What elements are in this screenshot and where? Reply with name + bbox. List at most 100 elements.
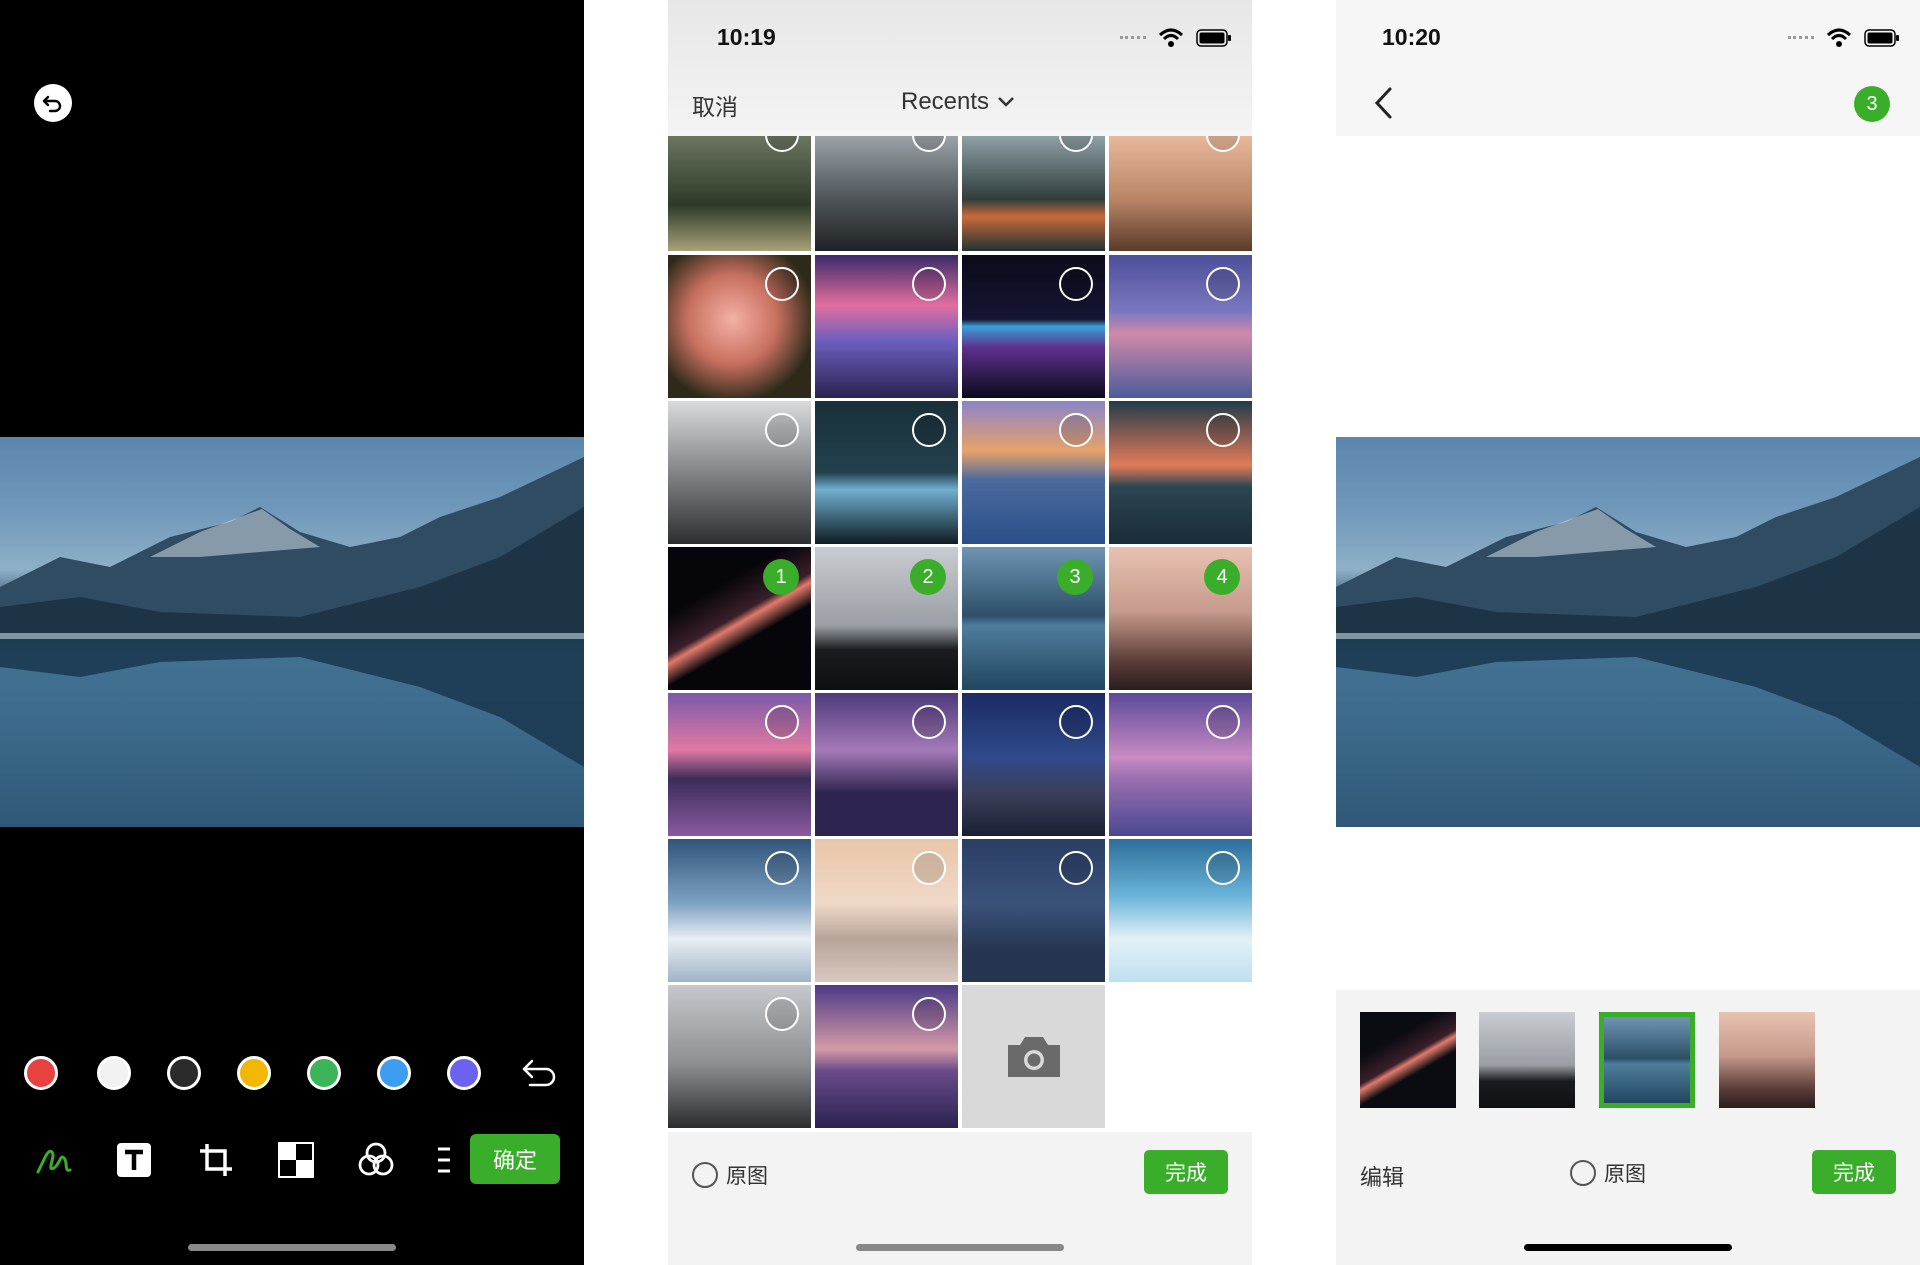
confirm-button[interactable]: 确定 bbox=[470, 1134, 560, 1184]
edit-button[interactable]: 编辑 bbox=[1360, 1160, 1404, 1192]
photo-cell[interactable] bbox=[815, 255, 958, 398]
thumbnail-1[interactable] bbox=[1360, 1012, 1456, 1108]
camera-button[interactable] bbox=[962, 985, 1105, 1128]
selection-circle[interactable] bbox=[765, 267, 799, 301]
photo-cell[interactable] bbox=[1109, 136, 1252, 251]
preview-image[interactable] bbox=[1336, 437, 1920, 827]
selection-circle[interactable] bbox=[765, 705, 799, 739]
camera-icon bbox=[1007, 1036, 1060, 1077]
original-toggle[interactable]: 原图 bbox=[1570, 1158, 1646, 1188]
mosaic-tool-button[interactable] bbox=[274, 1138, 318, 1182]
original-radio[interactable] bbox=[1570, 1160, 1596, 1186]
selection-circle[interactable] bbox=[765, 413, 799, 447]
selection-number-badge[interactable]: 4 bbox=[1204, 559, 1240, 595]
wifi-icon bbox=[1158, 28, 1184, 47]
original-label: 原图 bbox=[1604, 1163, 1646, 1186]
selection-number-badge[interactable]: 1 bbox=[763, 559, 799, 595]
album-selector[interactable]: Recents bbox=[901, 88, 1015, 116]
photo-cell[interactable] bbox=[668, 136, 811, 251]
selection-circle[interactable] bbox=[1059, 705, 1093, 739]
photo-cell[interactable] bbox=[1109, 401, 1252, 544]
selected-count-badge[interactable]: 3 bbox=[1854, 86, 1890, 122]
original-radio[interactable] bbox=[692, 1162, 718, 1188]
selection-circle[interactable] bbox=[1059, 267, 1093, 301]
done-button[interactable]: 完成 bbox=[1144, 1150, 1228, 1194]
original-toggle[interactable]: 原图 bbox=[692, 1160, 768, 1190]
signal-icon bbox=[1120, 36, 1146, 40]
original-label: 原图 bbox=[726, 1165, 768, 1188]
color-purple[interactable] bbox=[447, 1056, 481, 1090]
photo-cell[interactable]: 2 bbox=[815, 547, 958, 690]
selection-circle[interactable] bbox=[1059, 413, 1093, 447]
crop-tool-button[interactable] bbox=[194, 1138, 238, 1182]
selection-circle[interactable] bbox=[1206, 851, 1240, 885]
selection-circle[interactable] bbox=[1206, 136, 1240, 152]
photo-cell[interactable] bbox=[1109, 839, 1252, 982]
photo-cell[interactable] bbox=[962, 136, 1105, 251]
back-button[interactable] bbox=[1372, 86, 1396, 120]
photo-cell[interactable] bbox=[668, 401, 811, 544]
selection-circle[interactable] bbox=[1059, 136, 1093, 152]
selection-circle[interactable] bbox=[1206, 705, 1240, 739]
photo-cell[interactable] bbox=[962, 255, 1105, 398]
photo-cell[interactable] bbox=[962, 839, 1105, 982]
revert-button[interactable] bbox=[34, 84, 72, 122]
selection-circle[interactable] bbox=[1059, 851, 1093, 885]
selection-circle[interactable] bbox=[912, 136, 946, 152]
chevron-left-icon bbox=[1374, 87, 1392, 119]
selection-circle[interactable] bbox=[912, 267, 946, 301]
chevron-down-icon bbox=[998, 97, 1014, 107]
preview-panel: 10:20 3 编辑 原图 完成 bbox=[1336, 0, 1920, 1265]
color-white[interactable] bbox=[97, 1056, 131, 1090]
selection-circle[interactable] bbox=[912, 705, 946, 739]
selection-circle[interactable] bbox=[765, 997, 799, 1031]
status-indicators bbox=[1120, 28, 1232, 48]
more-tool-button[interactable] bbox=[432, 1138, 456, 1182]
photo-cell[interactable] bbox=[815, 693, 958, 836]
selection-circle[interactable] bbox=[765, 136, 799, 152]
thumbnail-3-selected[interactable] bbox=[1599, 1012, 1695, 1108]
color-yellow[interactable] bbox=[237, 1056, 271, 1090]
cancel-button[interactable]: 取消 bbox=[692, 88, 738, 122]
thumbnail-4[interactable] bbox=[1719, 1012, 1815, 1108]
photo-cell[interactable] bbox=[962, 401, 1105, 544]
selection-circle[interactable] bbox=[1206, 413, 1240, 447]
photo-cell[interactable] bbox=[668, 693, 811, 836]
draw-tool-button[interactable] bbox=[32, 1138, 76, 1182]
color-red[interactable] bbox=[24, 1056, 58, 1090]
photo-cell[interactable] bbox=[815, 136, 958, 251]
photo-cell[interactable]: 1 bbox=[668, 547, 811, 690]
undo-stroke-button[interactable] bbox=[520, 1055, 560, 1091]
photo-cell[interactable] bbox=[815, 401, 958, 544]
selection-circle[interactable] bbox=[765, 851, 799, 885]
thumbnail-2[interactable] bbox=[1479, 1012, 1575, 1108]
selection-circle[interactable] bbox=[912, 851, 946, 885]
text-tool-button[interactable] bbox=[112, 1138, 156, 1182]
color-black[interactable] bbox=[167, 1056, 201, 1090]
selection-number-badge[interactable]: 2 bbox=[910, 559, 946, 595]
home-indicator bbox=[1524, 1244, 1732, 1251]
photo-cell[interactable] bbox=[668, 985, 811, 1128]
photo-cell[interactable] bbox=[668, 839, 811, 982]
home-indicator bbox=[188, 1244, 396, 1251]
preview-nav-bar: 10:20 3 bbox=[1336, 0, 1920, 136]
mosaic-icon bbox=[278, 1142, 314, 1178]
done-button[interactable]: 完成 bbox=[1812, 1150, 1896, 1194]
photo-cell[interactable] bbox=[815, 839, 958, 982]
photo-cell[interactable] bbox=[668, 255, 811, 398]
selection-circle[interactable] bbox=[912, 997, 946, 1031]
selection-number-badge[interactable]: 3 bbox=[1057, 559, 1093, 595]
photo-cell[interactable]: 4 bbox=[1109, 547, 1252, 690]
crop-icon bbox=[200, 1144, 232, 1176]
selection-circle[interactable] bbox=[912, 413, 946, 447]
editing-image[interactable] bbox=[0, 437, 584, 827]
photo-cell[interactable] bbox=[1109, 693, 1252, 836]
color-green[interactable] bbox=[307, 1056, 341, 1090]
photo-cell[interactable] bbox=[1109, 255, 1252, 398]
photo-cell[interactable] bbox=[815, 985, 958, 1128]
selection-circle[interactable] bbox=[1206, 267, 1240, 301]
photo-cell[interactable] bbox=[962, 693, 1105, 836]
filter-tool-button[interactable] bbox=[354, 1138, 398, 1182]
color-blue[interactable] bbox=[377, 1056, 411, 1090]
photo-cell[interactable]: 3 bbox=[962, 547, 1105, 690]
